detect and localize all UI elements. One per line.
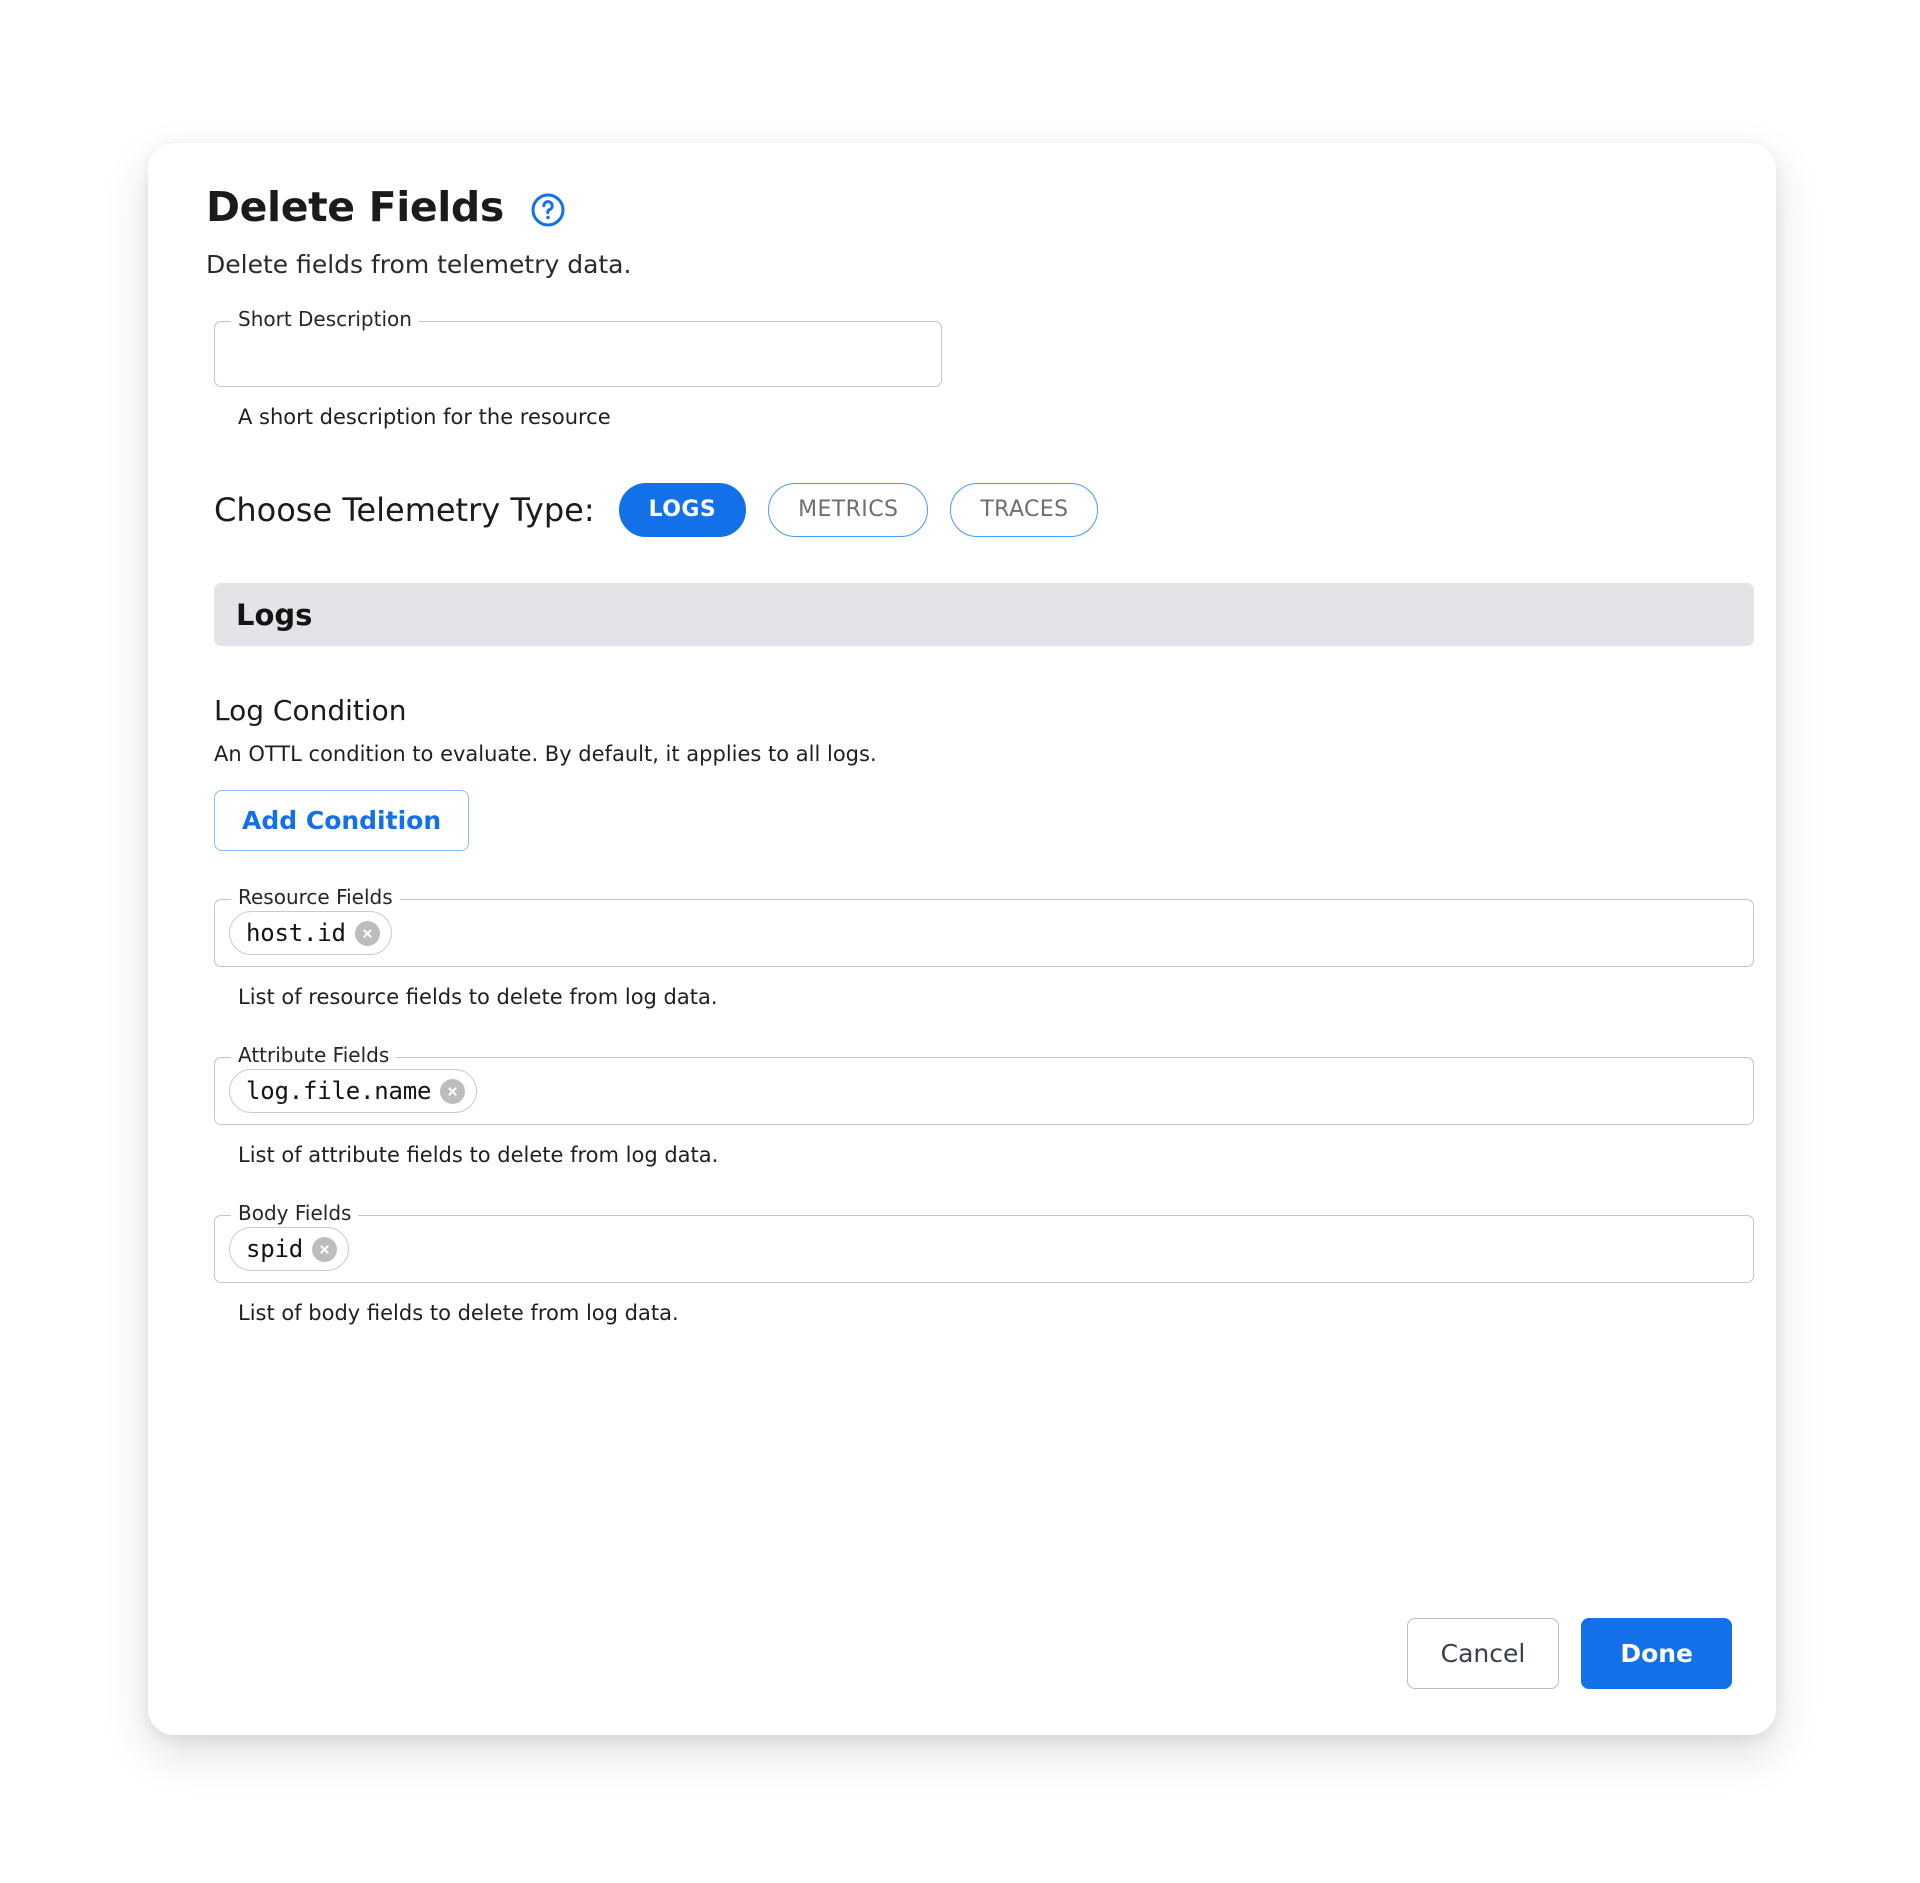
attribute-fields-helper: List of attribute fields to delete from … [238,1143,719,1168]
telemetry-type-label: Choose Telemetry Type: [214,491,595,530]
body-fields-legend: Body Fields [231,1203,359,1224]
short-description-input-box[interactable]: Short Description [214,309,942,388]
chip-remove-icon[interactable] [440,1078,466,1104]
chip-label: log.file.name [246,1077,432,1106]
done-button[interactable]: Done [1581,1618,1732,1689]
telemetry-pill-metrics[interactable]: METRICS [768,483,929,538]
logs-section-bar: Logs [214,583,1754,647]
resource-fields-input-box[interactable]: Resource Fields host.id [214,887,1754,968]
resource-fields-field: Resource Fields host.id [214,887,1754,968]
body-fields-field: Body Fields spid [214,1203,1754,1284]
resource-fields-legend: Resource Fields [231,887,400,908]
dialog-subtitle: Delete fields from telemetry data. [206,250,632,280]
attribute-fields-group: Attribute Fields log.file.name List of a… [214,1045,1754,1168]
help-circle-icon[interactable] [530,192,566,228]
attribute-fields-legend: Attribute Fields [231,1045,397,1066]
app-background: Delete Fields Delete fields from telemet… [0,0,1920,1883]
cancel-button[interactable]: Cancel [1406,1618,1560,1689]
page-title: Delete Fields [206,183,504,231]
short-description-group: Short Description A short description fo… [214,309,942,430]
chip-remove-icon[interactable] [312,1236,337,1262]
add-condition-button[interactable]: Add Condition [214,790,470,852]
body-fields-input-box[interactable]: Body Fields spid [214,1203,1754,1284]
telemetry-pill-logs[interactable]: LOGS [618,483,747,538]
log-condition-title: Log Condition [214,694,407,728]
short-description-legend: Short Description [231,309,419,330]
telemetry-pill-traces[interactable]: TRACES [950,483,1099,538]
telemetry-type-selector: Choose Telemetry Type: LOGS METRICS TRAC… [214,483,1732,538]
chip-remove-icon[interactable] [354,920,380,946]
chip[interactable]: log.file.name [229,1069,478,1114]
body-fields-helper: List of body fields to delete from log d… [238,1301,679,1326]
short-description-helper: A short description for the resource [238,405,611,430]
chip-label: spid [246,1235,303,1264]
resource-fields-group: Resource Fields host.id List of resource… [214,887,1754,1010]
dialog-footer: Cancel Done [1406,1618,1732,1689]
chip-label: host.id [246,919,346,948]
logs-section-title: Logs [236,597,313,632]
attribute-fields-input-box[interactable]: Attribute Fields log.file.name [214,1045,1754,1126]
log-condition-block: Log Condition An OTTL condition to evalu… [214,694,1732,852]
delete-fields-dialog: Delete Fields Delete fields from telemet… [148,143,1776,1735]
dialog-header: Delete Fields [206,183,1732,231]
attribute-fields-field: Attribute Fields log.file.name [214,1045,1754,1126]
body-fields-group: Body Fields spid List of body fields to … [214,1203,1754,1326]
resource-fields-helper: List of resource fields to delete from l… [238,985,718,1010]
chip[interactable]: host.id [229,911,392,956]
short-description-field: Short Description [214,309,942,388]
chip[interactable]: spid [229,1227,349,1272]
log-condition-description: An OTTL condition to evaluate. By defaul… [214,742,877,767]
